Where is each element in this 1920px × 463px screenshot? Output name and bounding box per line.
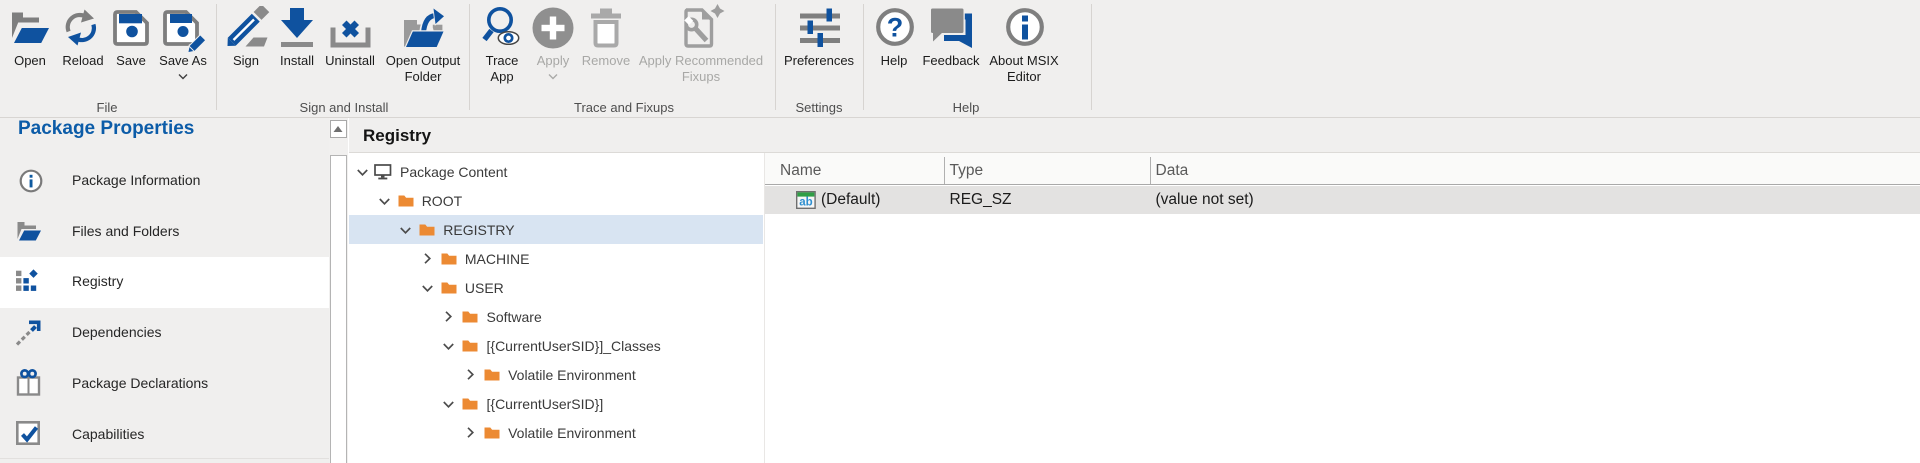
svg-text:ab: ab — [799, 196, 812, 208]
svg-text:?: ? — [887, 13, 904, 43]
